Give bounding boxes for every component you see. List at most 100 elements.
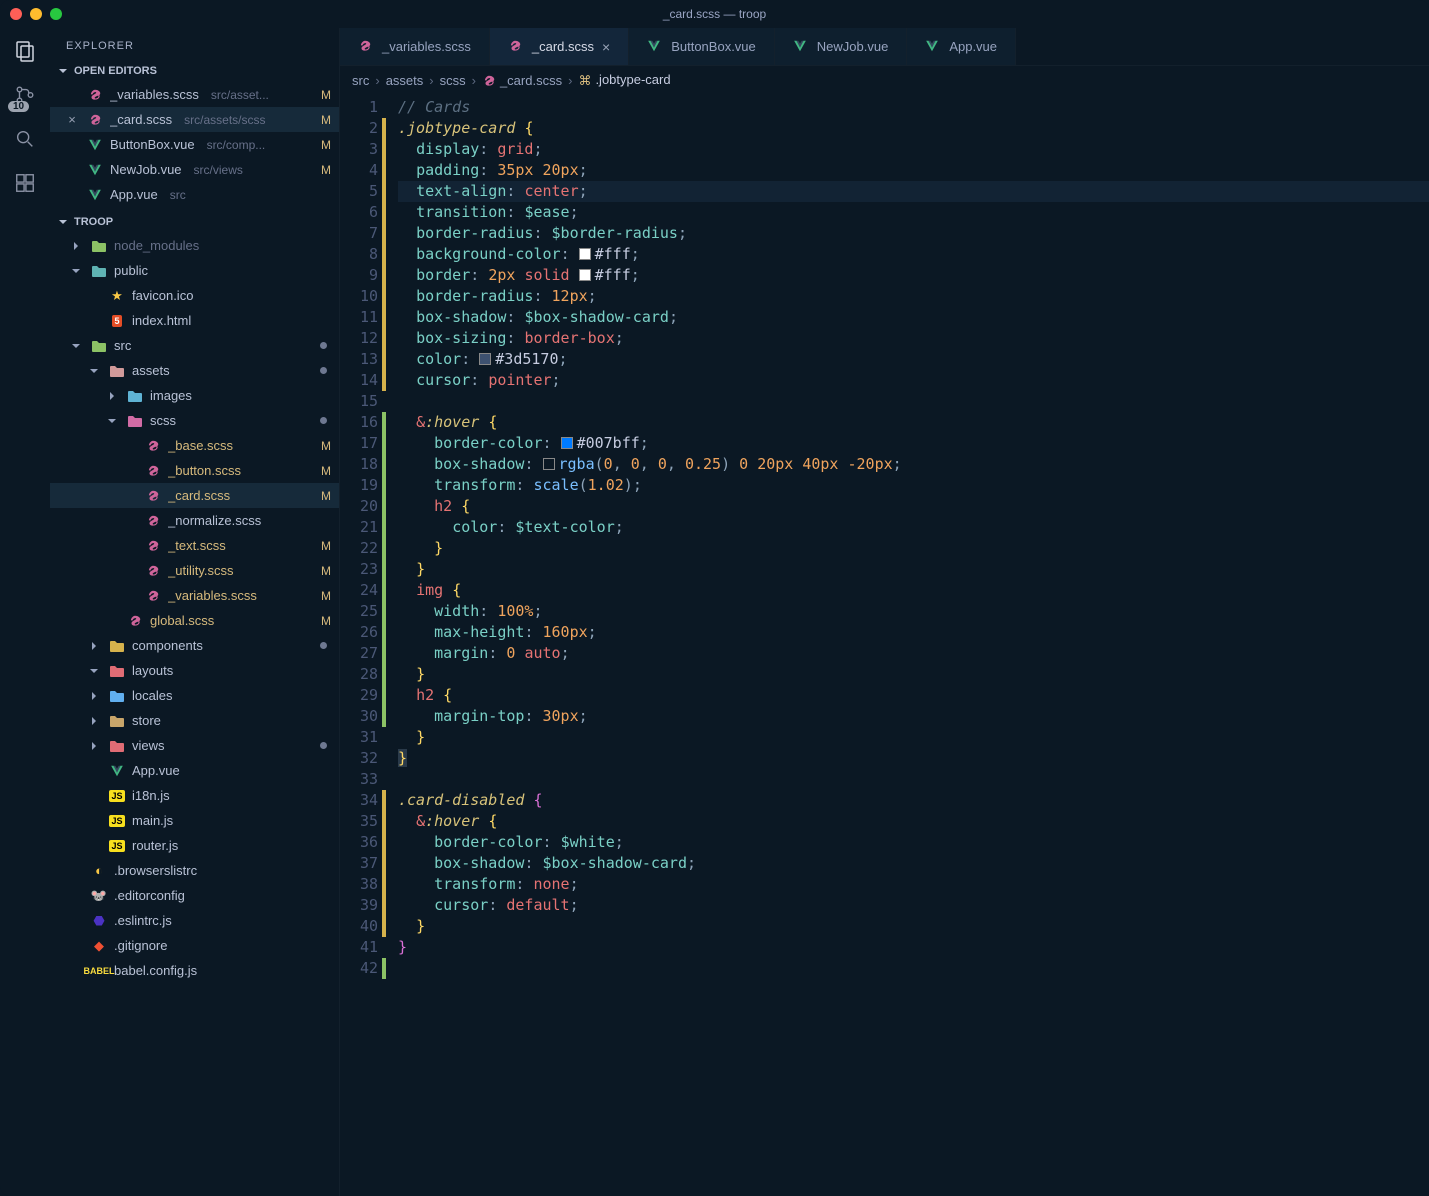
breadcrumb[interactable]: src›assets›scss›_card.scss›⌘.jobtype-car… bbox=[340, 66, 1429, 95]
code-line[interactable] bbox=[398, 958, 1429, 979]
code-line[interactable]: box-sizing: border-box; bbox=[398, 328, 1429, 349]
close-tab-icon[interactable]: × bbox=[602, 39, 610, 55]
code-line[interactable]: color: $text-color; bbox=[398, 517, 1429, 538]
tree-item[interactable]: JS router.js bbox=[50, 833, 339, 858]
code-line[interactable]: margin-top: 30px; bbox=[398, 706, 1429, 727]
editor-tab[interactable]: App.vue bbox=[907, 28, 1016, 65]
close-window-icon[interactable] bbox=[10, 8, 22, 20]
code-line[interactable]: cursor: pointer; bbox=[398, 370, 1429, 391]
tree-item[interactable]: 5 index.html bbox=[50, 308, 339, 333]
code-line[interactable]: } bbox=[398, 937, 1429, 958]
tree-item[interactable]: scss bbox=[50, 408, 339, 433]
breadcrumb-item[interactable]: _card.scss bbox=[482, 73, 562, 89]
code-line[interactable]: max-height: 160px; bbox=[398, 622, 1429, 643]
editor-tab[interactable]: _variables.scss bbox=[340, 28, 490, 65]
explorer-icon[interactable] bbox=[12, 38, 38, 64]
code-line[interactable]: img { bbox=[398, 580, 1429, 601]
open-editor-item[interactable]: ButtonBox.vue src/comp... M bbox=[50, 132, 339, 157]
code-line[interactable]: } bbox=[398, 664, 1429, 685]
code-line[interactable]: background-color: #fff; bbox=[398, 244, 1429, 265]
code-line[interactable]: padding: 35px 20px; bbox=[398, 160, 1429, 181]
code-line[interactable]: margin: 0 auto; bbox=[398, 643, 1429, 664]
minimize-window-icon[interactable] bbox=[30, 8, 42, 20]
code-line[interactable]: box-shadow: $box-shadow-card; bbox=[398, 307, 1429, 328]
code-line[interactable]: display: grid; bbox=[398, 139, 1429, 160]
tree-item[interactable]: src bbox=[50, 333, 339, 358]
tree-item[interactable]: _normalize.scss bbox=[50, 508, 339, 533]
code-line[interactable]: } bbox=[398, 538, 1429, 559]
titlebar[interactable]: _card.scss — troop bbox=[0, 0, 1429, 28]
tree-item[interactable]: store bbox=[50, 708, 339, 733]
tree-item[interactable]: assets bbox=[50, 358, 339, 383]
tree-item[interactable]: ⬣ .eslintrc.js bbox=[50, 908, 339, 933]
editor-tab[interactable]: NewJob.vue bbox=[775, 28, 908, 65]
open-editors-section[interactable]: OPEN EDITORS bbox=[50, 60, 339, 82]
project-section[interactable]: TROOP bbox=[50, 211, 339, 233]
code-line[interactable]: &:hover { bbox=[398, 811, 1429, 832]
code-line[interactable]: } bbox=[398, 916, 1429, 937]
code-line[interactable]: cursor: default; bbox=[398, 895, 1429, 916]
code-line[interactable]: } bbox=[398, 748, 1429, 769]
tree-item[interactable]: ★ favicon.ico bbox=[50, 283, 339, 308]
tree-item[interactable]: locales bbox=[50, 683, 339, 708]
code-line[interactable]: h2 { bbox=[398, 496, 1429, 517]
code-line[interactable] bbox=[398, 391, 1429, 412]
close-icon[interactable]: × bbox=[64, 112, 80, 127]
code-editor[interactable]: 12▶3456789101112131415161718192021222324… bbox=[340, 95, 1429, 1196]
code-line[interactable]: transform: none; bbox=[398, 874, 1429, 895]
code-line[interactable]: border-radius: 12px; bbox=[398, 286, 1429, 307]
tree-item[interactable]: JS main.js bbox=[50, 808, 339, 833]
code-line[interactable]: &:hover { bbox=[398, 412, 1429, 433]
code-line[interactable]: color: #3d5170; bbox=[398, 349, 1429, 370]
tree-item[interactable]: public bbox=[50, 258, 339, 283]
code-line[interactable]: border: 2px solid #fff; bbox=[398, 265, 1429, 286]
source-control-icon[interactable]: 10 bbox=[12, 82, 38, 108]
code-line[interactable]: } bbox=[398, 559, 1429, 580]
tree-item[interactable]: BABEL babel.config.js bbox=[50, 958, 339, 983]
tree-item[interactable]: images bbox=[50, 383, 339, 408]
editor-tab[interactable]: ButtonBox.vue bbox=[629, 28, 775, 65]
code-line[interactable]: } bbox=[398, 727, 1429, 748]
tree-item[interactable]: layouts bbox=[50, 658, 339, 683]
code-line[interactable]: box-shadow: $box-shadow-card; bbox=[398, 853, 1429, 874]
code-line[interactable]: transform: scale(1.02); bbox=[398, 475, 1429, 496]
tree-item[interactable]: _base.scss M bbox=[50, 433, 339, 458]
open-editor-item[interactable]: NewJob.vue src/views M bbox=[50, 157, 339, 182]
tree-item[interactable]: node_modules bbox=[50, 233, 339, 258]
tree-item[interactable]: _card.scss M bbox=[50, 483, 339, 508]
breadcrumb-item[interactable]: scss bbox=[440, 73, 466, 88]
open-editor-item[interactable]: _variables.scss src/asset... M bbox=[50, 82, 339, 107]
editor-tab[interactable]: _card.scss × bbox=[490, 28, 629, 65]
tree-item[interactable]: _button.scss M bbox=[50, 458, 339, 483]
code-line[interactable] bbox=[398, 769, 1429, 790]
tree-item[interactable]: _variables.scss M bbox=[50, 583, 339, 608]
code-line[interactable]: width: 100%; bbox=[398, 601, 1429, 622]
code-line[interactable]: // Cards bbox=[398, 97, 1429, 118]
code-line[interactable]: border-color: $white; bbox=[398, 832, 1429, 853]
tree-item[interactable]: App.vue bbox=[50, 758, 339, 783]
tree-item[interactable]: ◆ .gitignore bbox=[50, 933, 339, 958]
breadcrumb-item[interactable]: ⌘.jobtype-card bbox=[578, 72, 670, 89]
tree-item[interactable]: views bbox=[50, 733, 339, 758]
tree-item[interactable]: 🐭 .editorconfig bbox=[50, 883, 339, 908]
tree-item[interactable]: JS i18n.js bbox=[50, 783, 339, 808]
breadcrumb-item[interactable]: assets bbox=[386, 73, 424, 88]
code-line[interactable]: .jobtype-card { bbox=[398, 118, 1429, 139]
code-line[interactable]: border-radius: $border-radius; bbox=[398, 223, 1429, 244]
breadcrumb-item[interactable]: src bbox=[352, 73, 369, 88]
tree-item[interactable]: ◐ .browserslistrc bbox=[50, 858, 339, 883]
code-line[interactable]: box-shadow: rgba(0, 0, 0, 0.25) 0 20px 4… bbox=[398, 454, 1429, 475]
code-line[interactable]: .card-disabled { bbox=[398, 790, 1429, 811]
open-editor-item[interactable]: × _card.scss src/assets/scss M bbox=[50, 107, 339, 132]
code-line[interactable]: border-color: #007bff; bbox=[398, 433, 1429, 454]
extensions-icon[interactable] bbox=[12, 170, 38, 196]
tree-item[interactable]: _text.scss M bbox=[50, 533, 339, 558]
code-line[interactable]: transition: $ease; bbox=[398, 202, 1429, 223]
code-lines[interactable]: // Cards.jobtype-card { display: grid; p… bbox=[392, 95, 1429, 1196]
tree-item[interactable]: _utility.scss M bbox=[50, 558, 339, 583]
search-icon[interactable] bbox=[12, 126, 38, 152]
tree-item[interactable]: global.scss M bbox=[50, 608, 339, 633]
open-editor-item[interactable]: App.vue src bbox=[50, 182, 339, 207]
maximize-window-icon[interactable] bbox=[50, 8, 62, 20]
code-line[interactable]: text-align: center; bbox=[398, 181, 1429, 202]
